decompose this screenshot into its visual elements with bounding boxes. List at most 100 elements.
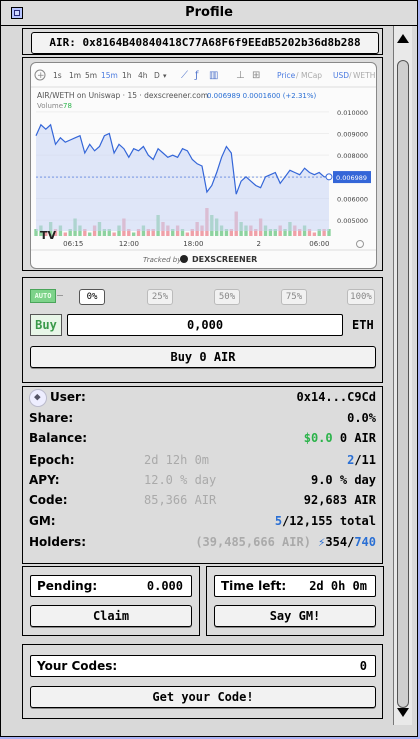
gm-panel: Time left: 2d 0h 0m Say GM! [206, 566, 384, 636]
apy-value: 9.0 % day [310, 473, 376, 487]
time-left-field: Time left: 2d 0h 0m [214, 575, 376, 597]
timeframe-D[interactable]: D [154, 71, 160, 80]
indicators-icon[interactable]: ƒ [194, 70, 199, 81]
codes-panel: Your Codes: 0 Get your Code! [22, 644, 383, 719]
scroll-thumb[interactable] [397, 60, 409, 708]
timeframe-1s[interactable]: 1s [53, 71, 62, 80]
holders-amount: (39,485,666 AIR) [195, 535, 311, 549]
y-tick-label: 0.006000 [337, 196, 368, 204]
your-codes-label: Your Codes: [37, 659, 118, 673]
code-label: Code: [29, 493, 68, 507]
amount-unit: ETH [352, 318, 374, 332]
holders-label: Holders: [29, 535, 86, 549]
title-bar[interactable]: Profile [1, 1, 417, 26]
dexscreener-logo-icon [180, 255, 188, 263]
get-code-button[interactable]: Get your Code! [30, 686, 376, 708]
bars-icon[interactable]: ▥ [209, 70, 218, 81]
gm-current: 5 [274, 514, 283, 528]
y-tick-label: 0.009000 [337, 131, 368, 139]
time-left-value: 2d 0h 0m [309, 579, 367, 593]
y-tick-label: 0.010000 [337, 109, 368, 117]
volume-label: Volume [37, 102, 63, 110]
scroll-down-arrow-icon[interactable] [397, 708, 409, 717]
pair-label: AIR/WETH on Uniswap · 15 · dexscreener.c… [37, 91, 208, 100]
code-row: Code: 85,366 AIR 92,683 AIR [29, 490, 376, 510]
amount-input[interactable]: 0,000 [67, 314, 343, 336]
buy-air-button[interactable]: Buy 0 AIR [30, 346, 376, 368]
share-value: 0.0% [347, 411, 376, 425]
timeframe-15m[interactable]: 15m [101, 71, 118, 80]
epoch-countdown: 2d 12h 0m [144, 453, 210, 467]
percent-100-button[interactable]: 100% [347, 289, 375, 305]
ohlc-readout: 0.006989 0.0001600 (+2.31%) [207, 92, 317, 100]
apy-row: APY: 12.0 % day 9.0 % day [29, 470, 376, 490]
trade-panel: AUTO 0% 25% 50% 75% 100% Buy 0,000 ETH B… [22, 277, 383, 383]
your-codes-value: 0 [359, 659, 367, 673]
volume-bar [131, 232, 136, 236]
holders-count-b: 740 [354, 535, 376, 549]
vertical-scrollbar[interactable] [393, 26, 412, 725]
percent-25-button[interactable]: 25% [147, 289, 173, 305]
buy-mode-toggle[interactable]: Buy [30, 314, 62, 336]
price-chart[interactable]: + 1s 1m 5m 15m 1h 4h D ▾ ⟋ ƒ ▥ ⊥ ⊞ Price / MCap… [30, 62, 377, 269]
percent-50-button[interactable]: 50% [214, 289, 240, 305]
price-mcap-separator: / [296, 71, 299, 80]
measure-icon[interactable]: ⊥ [236, 70, 245, 81]
say-gm-button[interactable]: Say GM! [214, 605, 376, 627]
time-left-label: Time left: [221, 579, 287, 593]
volume-bar [63, 232, 67, 236]
timeframe-caret-icon[interactable]: ▾ [163, 72, 167, 80]
user-address[interactable]: 0x14...C9Cd [297, 387, 376, 407]
weth-toggle[interactable]: WETH [353, 71, 375, 80]
timeframe-4h[interactable]: 4h [138, 71, 148, 80]
your-codes-field: Your Codes: 0 [30, 655, 376, 677]
gm-row: GM: 5/12,155 total [29, 511, 376, 531]
tradingview-logo-icon: TV [40, 229, 57, 242]
line-chart-icon[interactable]: ⟋ [181, 70, 188, 81]
mcap-toggle[interactable]: MCap [301, 71, 322, 80]
timeframe-1m[interactable]: 1m [69, 71, 81, 80]
balance-label: Balance: [29, 431, 88, 445]
user-row: ◆ User: 0x14...C9Cd [29, 387, 376, 407]
volume-value: 78 [63, 102, 72, 110]
pending-field: Pending: 0.000 [30, 575, 192, 597]
balance-value: $0.0 0 AIR [304, 428, 376, 448]
epoch-label: Epoch: [29, 453, 75, 467]
y-tick-label: 0.008000 [337, 152, 368, 160]
pending-label: Pending: [37, 579, 98, 593]
apy-label: APY: [29, 473, 60, 487]
claim-panel: Pending: 0.000 Claim [22, 566, 200, 636]
plus-icon: + [37, 71, 45, 81]
ethereum-icon: ◆ [29, 389, 47, 407]
balance-usd: $0.0 [303, 431, 333, 445]
holders-row: Holders: (39,485,666 AIR) ⚡354/740 [29, 532, 376, 552]
tracked-by-label: Tracked by [143, 256, 182, 264]
pending-value: 0.000 [146, 579, 183, 593]
timeframe-5m[interactable]: 5m [85, 71, 97, 80]
chart-svg: + 1s 1m 5m 15m 1h 4h D ▾ ⟋ ƒ ▥ ⊥ ⊞ Price / MCap… [31, 69, 376, 264]
code-value: 92,683 AIR [303, 493, 376, 507]
percent-75-button[interactable]: 75% [281, 289, 307, 305]
price-area [36, 124, 329, 231]
x-tick-label: 06:15 [63, 240, 83, 248]
price-toggle[interactable]: Price [277, 71, 296, 80]
usd-toggle[interactable]: USD [333, 71, 349, 80]
percent-0-button[interactable]: 0% [79, 289, 105, 305]
y-tick-label: 0.005000 [337, 217, 368, 225]
epoch-value: 2/11 [347, 450, 376, 470]
x-tick-label: 12:00 [119, 240, 139, 248]
epoch-row: Epoch: 2d 12h 0m 2/11 [29, 450, 376, 470]
volume-bar [112, 232, 116, 236]
user-label: User: [50, 390, 86, 404]
address-panel: AIR: 0x8164B40840418C77A68F6f9EEdB5202b3… [22, 28, 383, 55]
auto-toggle[interactable]: AUTO [30, 289, 56, 303]
scroll-up-arrow-icon[interactable] [397, 34, 409, 43]
chart-settings-icon[interactable] [356, 240, 364, 248]
contract-address[interactable]: AIR: 0x8164B40840418C77A68F6f9EEdB5202b3… [31, 32, 379, 54]
timeframe-1h[interactable]: 1h [122, 71, 132, 80]
layout-icon[interactable]: ⊞ [252, 70, 260, 81]
x-tick-label: 06:00 [309, 240, 329, 248]
claim-button[interactable]: Claim [30, 605, 192, 627]
holders-value: (39,485,666 AIR) ⚡354/740 [195, 532, 376, 552]
balance-row: Balance: $0.0 0 AIR [29, 428, 376, 448]
